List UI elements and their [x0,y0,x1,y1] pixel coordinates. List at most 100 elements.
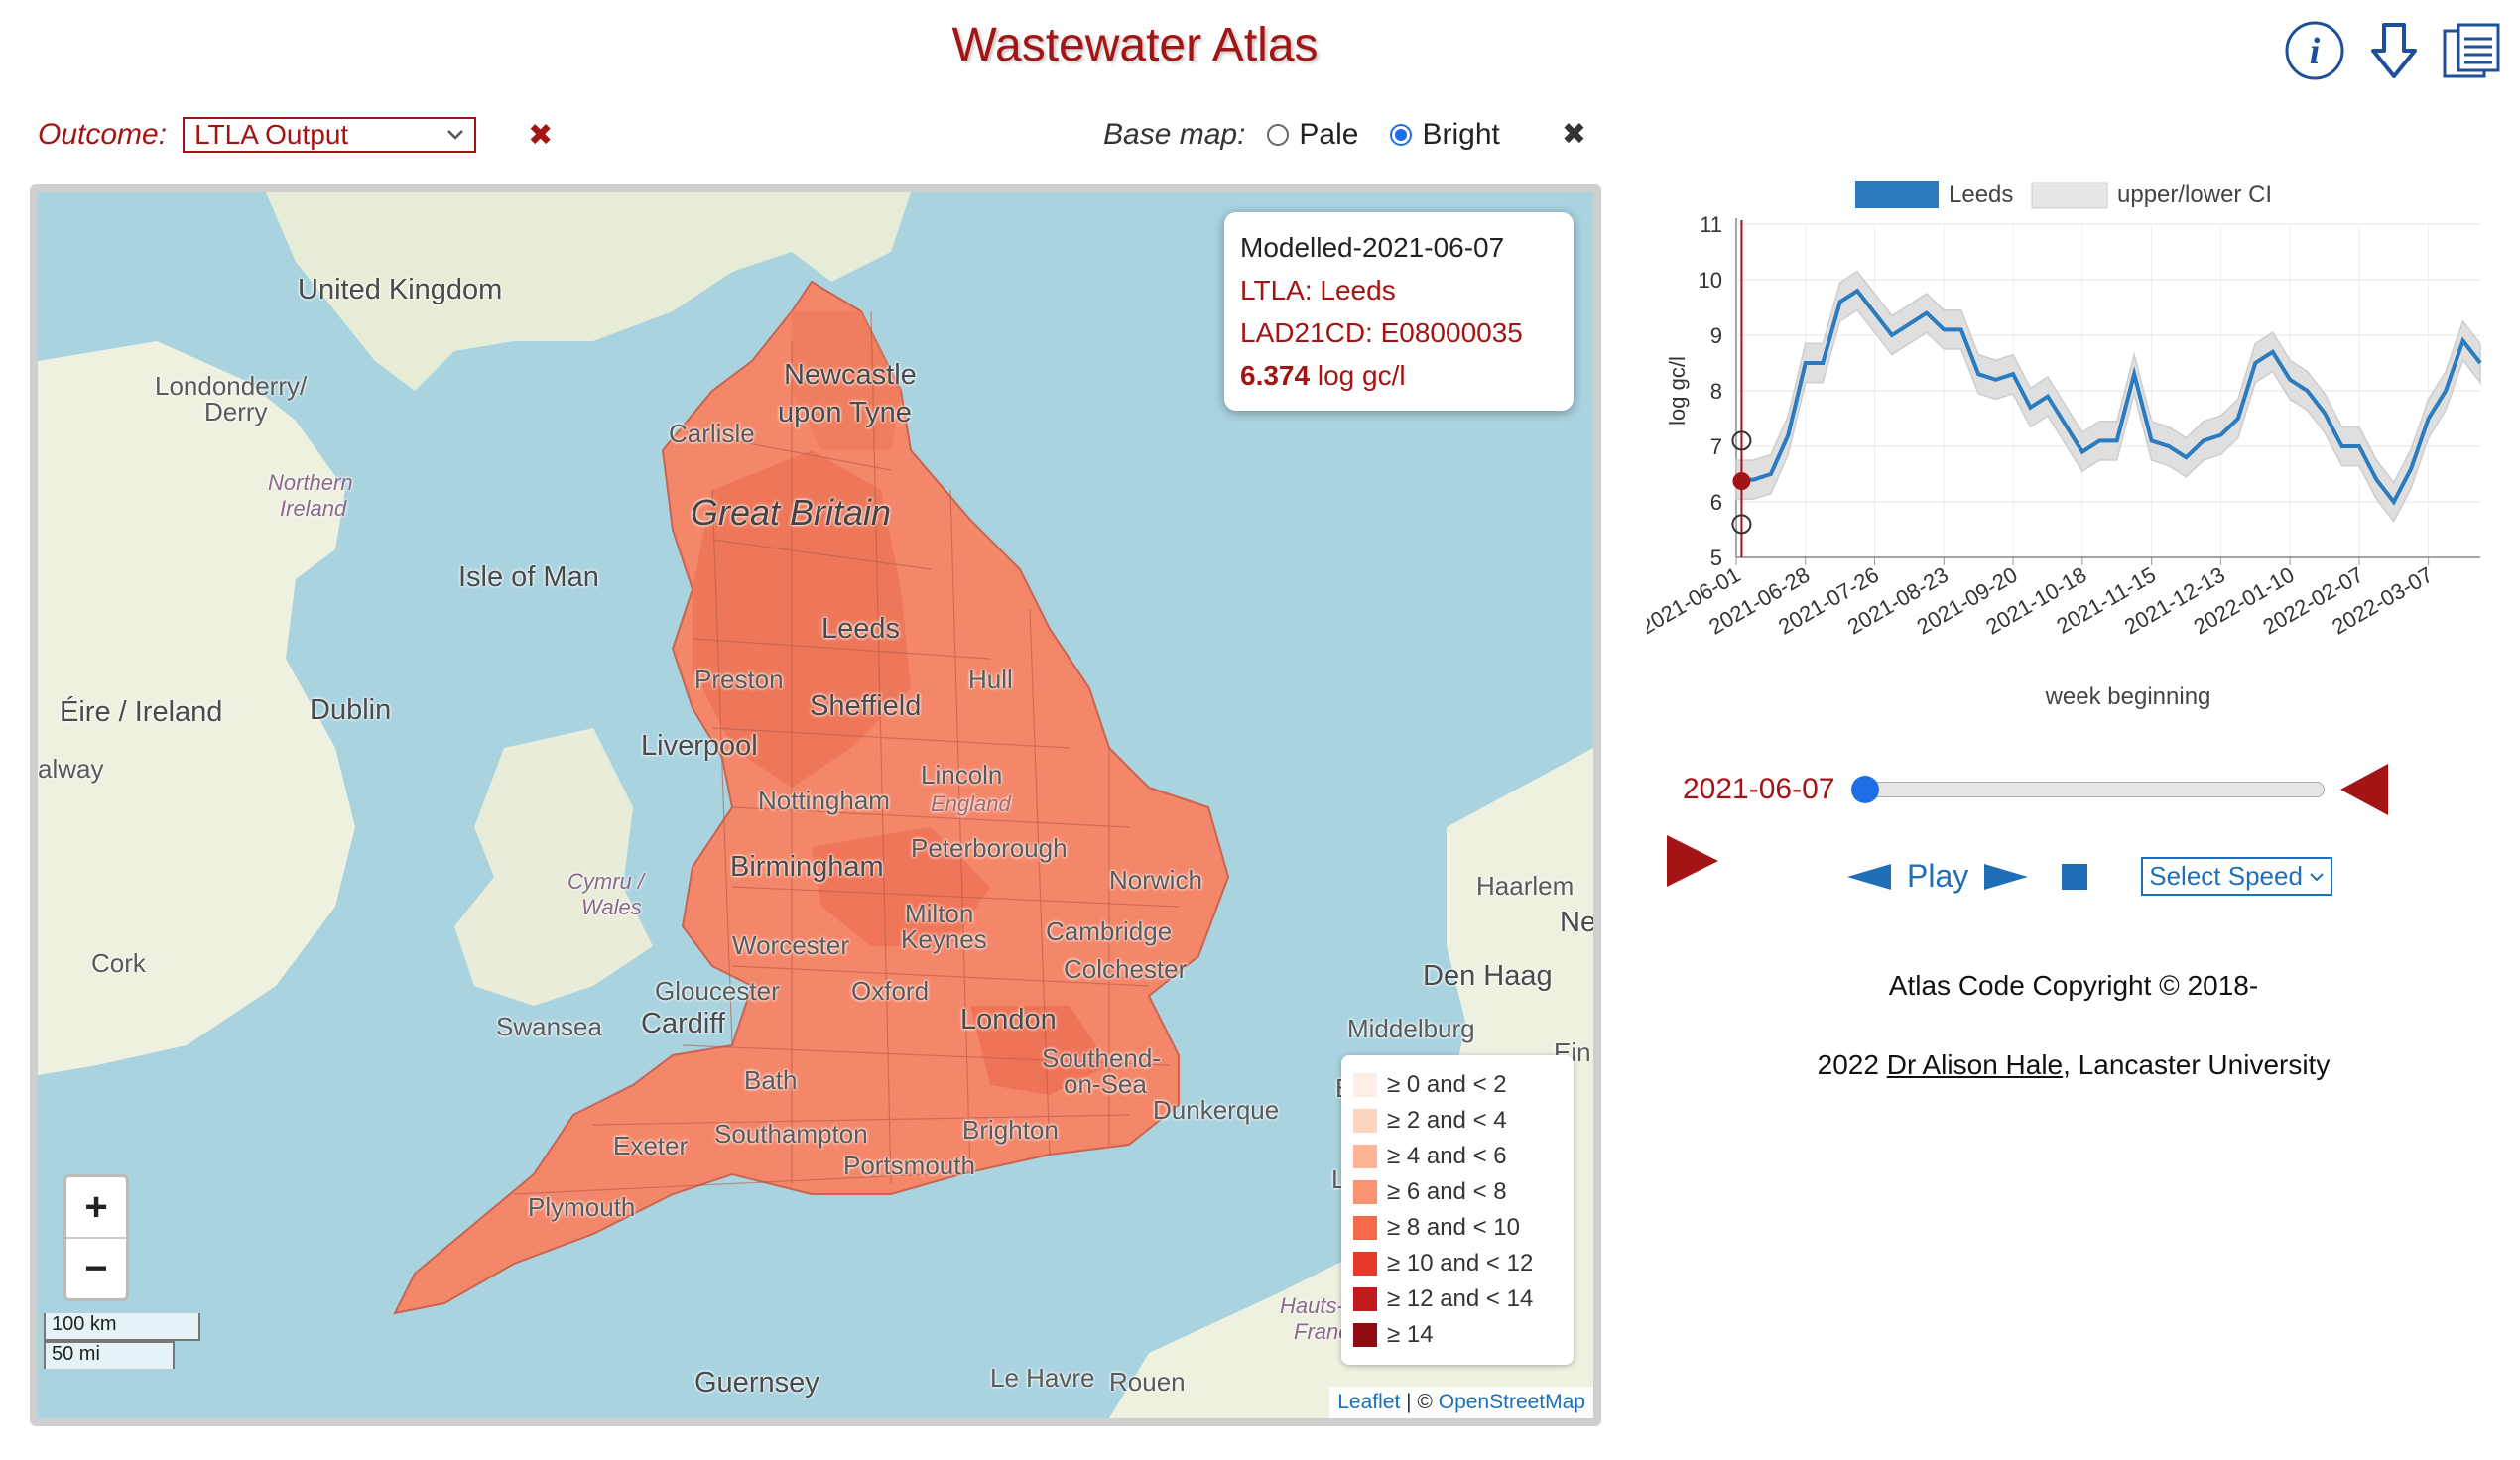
map-label-colchester: Colchester [1064,954,1188,984]
copyright-line2: 2022 Dr Alison Hale, Lancaster Universit… [1647,1049,2500,1081]
time-series-chart[interactable]: Leeds upper/lower CI5678910112021-06-0120… [1647,165,2500,720]
legend-swatch [1353,1180,1377,1204]
svg-text:i: i [2310,31,2321,72]
step-back-triangle-icon[interactable] [2336,760,2392,819]
basemap-bright-radio[interactable] [1390,123,1413,146]
osm-link[interactable]: OpenStreetMap [1439,1391,1585,1413]
popup-ltla: LTLA: Leeds [1240,275,1396,305]
legend-swatch [1353,1216,1377,1240]
map-label-cymru: Cymru / [567,869,644,894]
map-label-united-kingdom: United Kingdom [298,274,503,305]
date-slider-row: 2021-06-07 [1683,760,2392,819]
map-label-hauts: Hauts- [1280,1293,1344,1318]
legend-swatch [1353,1145,1377,1168]
map-label-upon-tyne: upon Tyne [778,397,912,428]
map-label-keynes: Keynes [901,924,987,954]
copyright-line1: Atlas Code Copyright © 2018- [1888,970,2259,1001]
zoom-control: + − [63,1174,129,1301]
play-button[interactable]: Play [1907,858,1968,895]
download-icon[interactable] [2361,18,2427,83]
map-label-liverpool: Liverpool [641,730,758,762]
copy-icon[interactable] [2441,18,2506,83]
outcome-label: Outcome: [38,118,168,151]
legend-label: ≥ 4 and < 6 [1387,1143,1507,1169]
basemap-pale-radio[interactable] [1267,123,1290,146]
map-label-eire: Éire / Ireland [60,696,223,728]
map-label-carlisle: Carlisle [669,419,755,448]
map-label-gloucester: Gloucester [655,976,780,1006]
y-tick-label: 8 [1710,379,1722,404]
map-label-lincoln: Lincoln [921,760,1003,790]
map-label-plymouth: Plymouth [528,1192,636,1222]
basemap-label: Base map: [1103,117,1246,151]
legend-label: ≥ 2 and < 4 [1387,1107,1507,1134]
outcome-select-value: LTLA Output [194,119,349,150]
speed-select[interactable]: Select Speed [2141,857,2332,896]
map-label-cambridge: Cambridge [1046,916,1173,946]
map-label-swansea: Swansea [496,1012,602,1041]
map-label-on-sea: on-Sea [1064,1069,1147,1099]
map-label-den-haag: Den Haag [1423,960,1553,992]
popup-code: LAD21CD: E08000035 [1240,317,1523,348]
legend-label: ≥ 14 [1387,1321,1434,1348]
legend-item: ≥ 4 and < 6 [1353,1139,1562,1174]
map-panel[interactable]: United Kingdom Londonderry/ Derry Northe… [30,184,1601,1426]
map-label-birmingham: Birmingham [730,851,884,883]
legend-label-ci: upper/lower CI [2117,182,2272,208]
legend-label-leeds: Leeds [1949,182,2013,208]
map-label-guernsey: Guernsey [694,1367,819,1399]
map-label-norwich: Norwich [1109,865,1202,895]
leaflet-link[interactable]: Leaflet [1337,1391,1400,1413]
author-link[interactable]: Dr Alison Hale [1887,1049,2063,1080]
map-label-leeds: Leeds [821,613,901,645]
legend-swatch [1353,1287,1377,1311]
rewind-icon[interactable] [1843,860,1895,894]
ci-band [1735,270,2481,523]
map-label-oxford: Oxford [851,976,930,1006]
legend-item: ≥ 12 and < 14 [1353,1281,1562,1317]
legend-swatch [1353,1323,1377,1347]
map-label-dublin: Dublin [310,694,392,726]
x-axis-label: week beginning [2045,683,2211,710]
map-label-middelburg: Middelburg [1347,1014,1475,1043]
clear-basemap-close-icon[interactable]: ✖ [1562,117,1586,152]
chevron-down-icon [2310,872,2324,881]
info-icon[interactable]: i [2282,18,2347,83]
clear-outcome-close-icon[interactable]: ✖ [528,118,553,153]
legend-swatch-leeds [1855,181,1939,208]
legend-item: ≥ 6 and < 8 [1353,1174,1562,1210]
outcome-select[interactable]: LTLA Output [183,117,477,153]
step-forward-triangle-icon[interactable] [1663,831,1722,891]
y-tick-label: 10 [1699,268,1722,293]
legend-item: ≥ 8 and < 10 [1353,1210,1562,1246]
map-label-le-havre: Le Havre [990,1363,1095,1393]
speed-select-label: Select Speed [2149,861,2303,891]
date-slider-thumb[interactable] [1851,776,1880,803]
legend-swatch-ci [2031,182,2108,209]
copyright-affiliation: , Lancaster University [2063,1049,2331,1080]
basemap-pale-label: Pale [1299,117,1359,151]
forward-icon[interactable] [1980,860,2032,894]
stop-icon[interactable] [2060,862,2089,892]
map-attribution: Leaflet | © OpenStreetMap [1329,1387,1593,1418]
legend-swatch [1353,1252,1377,1276]
zoom-out-button[interactable]: − [66,1237,126,1298]
chevron-down-icon [447,130,463,140]
playback-controls: Play Select Speed [1843,857,2332,896]
legend-item: ≥ 0 and < 2 [1353,1067,1562,1103]
date-slider[interactable] [1851,776,2326,803]
current-value-point[interactable] [1732,472,1751,491]
map-label-worcester: Worcester [732,930,849,960]
map-label-exeter: Exeter [613,1131,689,1160]
map-label-cardiff: Cardiff [641,1008,725,1039]
legend-label: ≥ 8 and < 10 [1387,1214,1520,1241]
map-label-peterborough: Peterborough [911,833,1068,863]
basemap-bright-label: Bright [1422,117,1500,151]
popup-value-row: 6.374 log gc/l [1240,354,1558,397]
attribution-separator: | © [1400,1391,1439,1413]
basemap-control: Base map: Pale Bright ✖ [1103,117,1586,152]
map-label-hull: Hull [968,665,1013,694]
zoom-in-button[interactable]: + [66,1177,126,1237]
map-label-newcastle: Newcastle [784,359,917,391]
legend-label: ≥ 10 and < 12 [1387,1250,1534,1277]
